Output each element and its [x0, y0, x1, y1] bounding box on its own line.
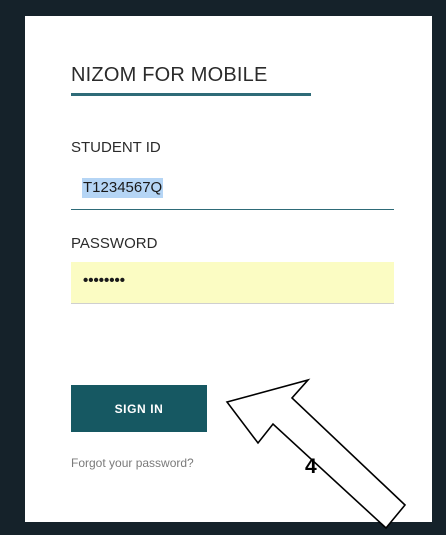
- password-value: ••••••••: [83, 272, 126, 289]
- page-title: NIZOM FOR MOBILE: [71, 64, 268, 86]
- forgot-password-link[interactable]: Forgot your password?: [71, 456, 194, 470]
- step-number: 4: [305, 455, 317, 478]
- password-label: PASSWORD: [71, 235, 158, 252]
- frame-right-border: [432, 0, 446, 535]
- sign-in-button[interactable]: SIGN IN: [71, 385, 207, 432]
- frame-top-border: [0, 0, 446, 16]
- frame-bottom-border: [0, 522, 446, 535]
- login-card: NIZOM FOR MOBILE STUDENT ID T1234567Q PA…: [25, 16, 432, 522]
- title-underline: [71, 93, 311, 96]
- student-id-value: T1234567Q: [82, 178, 164, 198]
- student-id-label: STUDENT ID: [71, 139, 161, 156]
- student-id-field[interactable]: T1234567Q: [71, 170, 394, 210]
- password-field[interactable]: ••••••••: [71, 262, 394, 304]
- frame-left-border: [0, 0, 25, 535]
